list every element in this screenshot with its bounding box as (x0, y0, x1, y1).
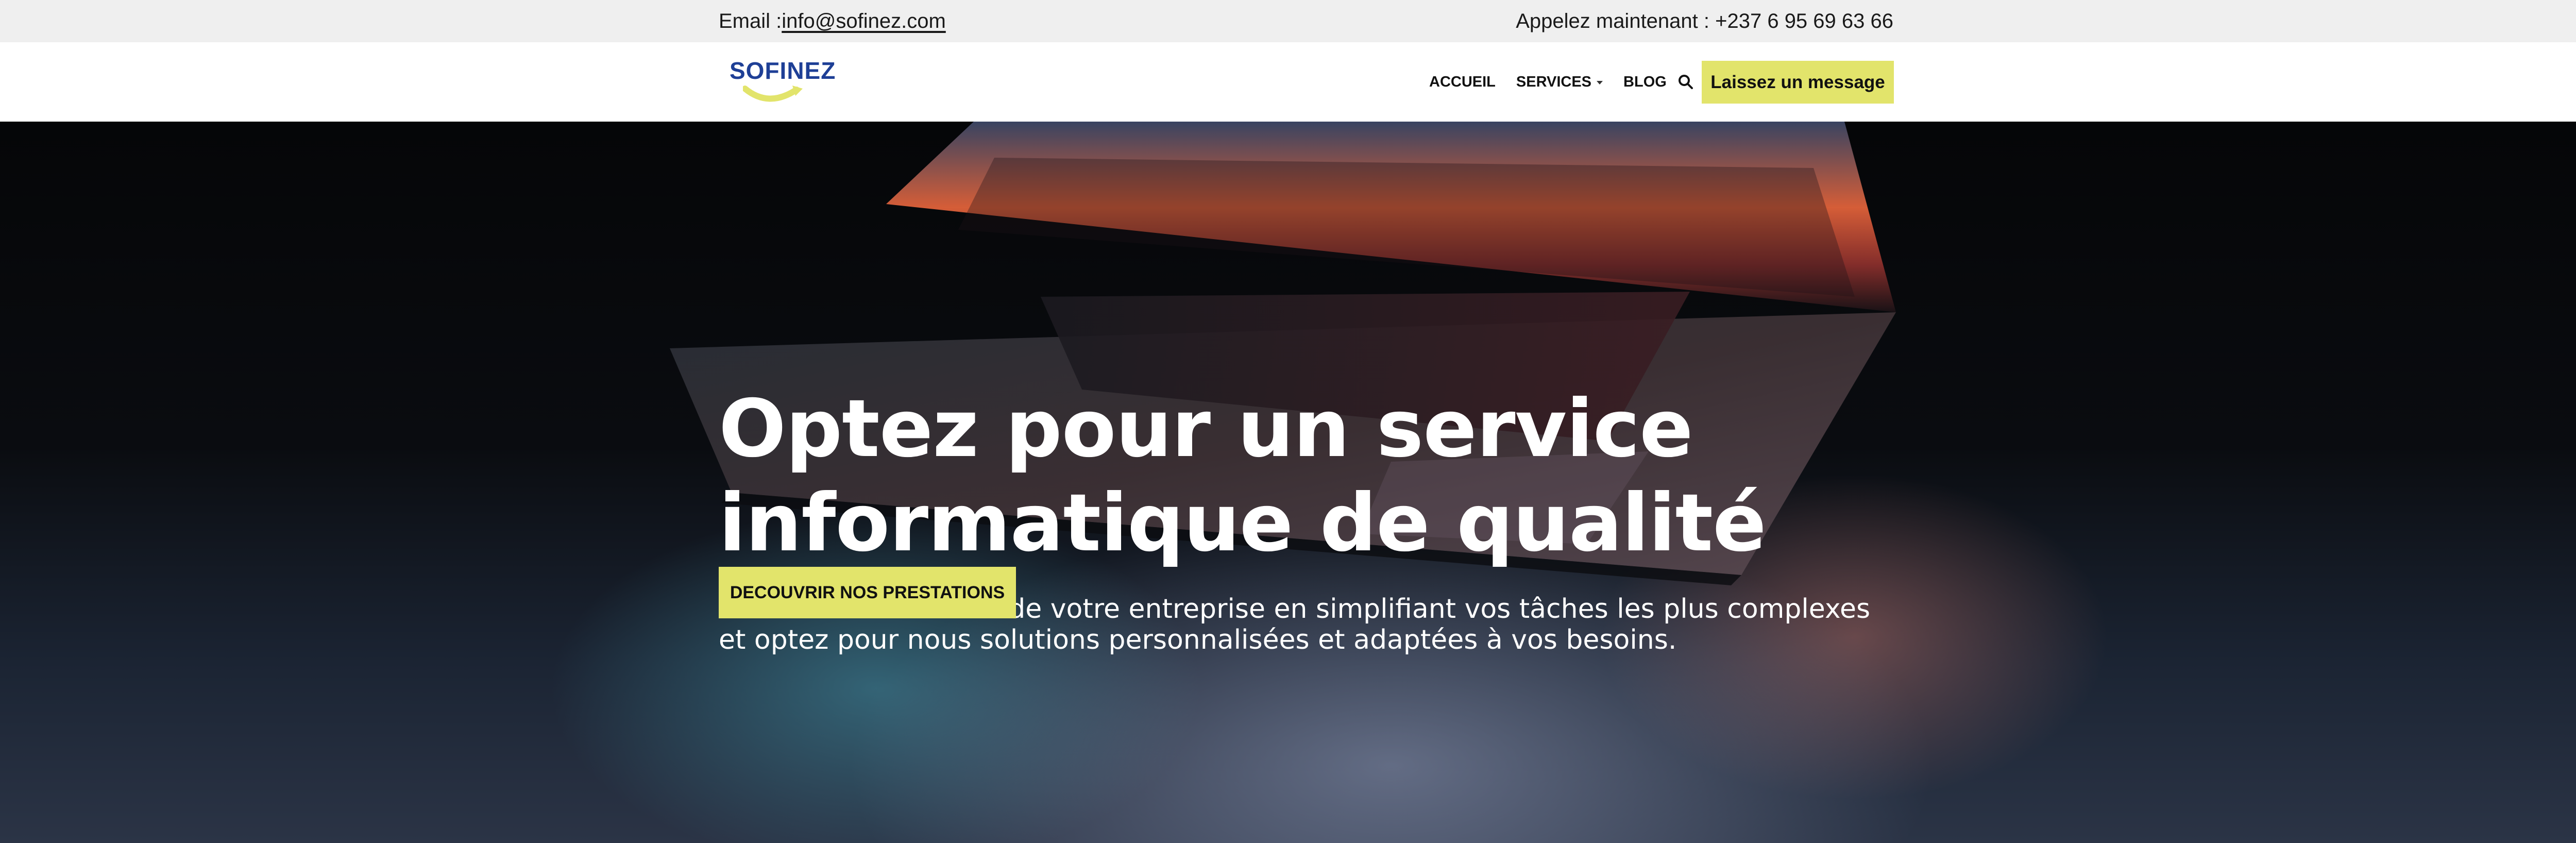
nav-label-services: SERVICES (1516, 73, 1592, 90)
discover-services-button[interactable]: DECOUVRIR NOS PRESTATIONS (719, 567, 1016, 618)
nav-item-services[interactable]: SERVICES (1516, 74, 1603, 91)
hero-section: Optez pour un service informatique de qu… (0, 122, 2576, 843)
logo-swoosh-icon (743, 86, 803, 102)
nav-item-blog[interactable]: BLOG (1623, 74, 1667, 91)
top-bar: Email : info@sofinez.com Appelez mainten… (0, 0, 2576, 42)
nav-label-blog: BLOG (1623, 73, 1667, 90)
email-label: Email : (719, 9, 782, 32)
logo-text: SOFINEZ (730, 57, 836, 84)
contact-email: Email : info@sofinez.com (719, 0, 946, 42)
nav-item-accueil[interactable]: ACCUEIL (1429, 74, 1496, 91)
hero-title: Optez pour un service informatique de qu… (719, 382, 1904, 570)
hero-title-line2: informatique de qualité (719, 477, 1767, 569)
leave-message-button[interactable]: Laissez un message (1702, 61, 1894, 104)
hero-title-line1: Optez pour un service (719, 383, 1693, 475)
search-icon[interactable] (1678, 74, 1693, 90)
main-nav: ACCUEIL SERVICES BLOG (1429, 42, 1693, 122)
site-header (0, 42, 2576, 122)
nav-label-accueil: ACCUEIL (1429, 73, 1496, 90)
logo[interactable]: SOFINEZ (730, 57, 835, 106)
email-link[interactable]: info@sofinez.com (782, 10, 946, 33)
contact-phone: Appelez maintenant : +237 6 95 69 63 66 (1516, 9, 1893, 32)
chevron-down-icon[interactable] (1597, 80, 1603, 85)
